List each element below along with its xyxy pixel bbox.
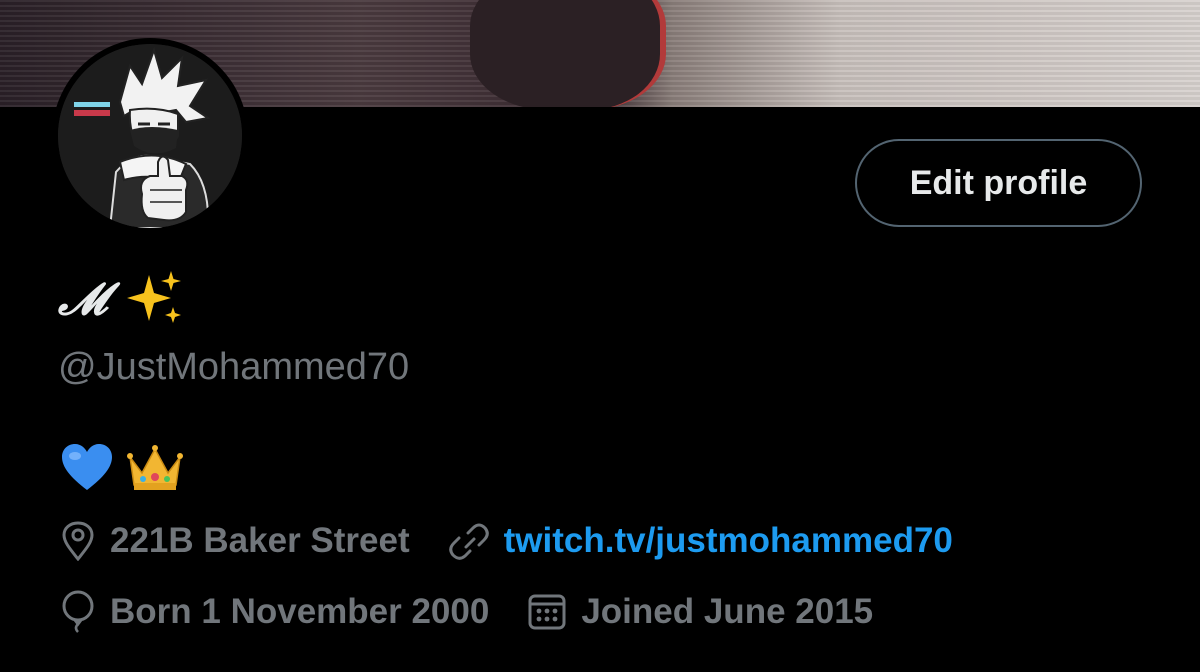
- profile-location: 221B Baker Street: [110, 521, 410, 560]
- profile-meta-row-2: Born 1 November 2000 Joined June 2015: [60, 587, 873, 637]
- profile-handle: @JustMohammed70: [58, 346, 410, 388]
- calendar-icon: [527, 592, 567, 632]
- profile-avatar[interactable]: [52, 38, 248, 234]
- avatar-image: [58, 44, 242, 228]
- profile-website-link[interactable]: twitch.tv/justmohammed70: [504, 521, 953, 561]
- sparkles-icon: [125, 269, 185, 329]
- blue-heart-icon: [60, 443, 114, 493]
- profile-bio: [60, 440, 184, 496]
- display-name: 𝓜: [58, 266, 185, 332]
- profile-meta-row-1: 221B Baker Street twitch.tv/justmohammed…: [60, 516, 953, 566]
- banner-artwork: [470, 0, 666, 107]
- edit-profile-button[interactable]: Edit profile: [855, 139, 1142, 227]
- display-name-text: 𝓜: [58, 273, 108, 325]
- profile-joined-date: Joined June 2015: [581, 592, 874, 631]
- link-icon: [448, 521, 490, 561]
- balloon-icon: [60, 590, 96, 634]
- profile-birthday: Born 1 November 2000: [110, 592, 490, 631]
- crown-icon: [126, 443, 184, 493]
- location-pin-icon: [60, 521, 96, 561]
